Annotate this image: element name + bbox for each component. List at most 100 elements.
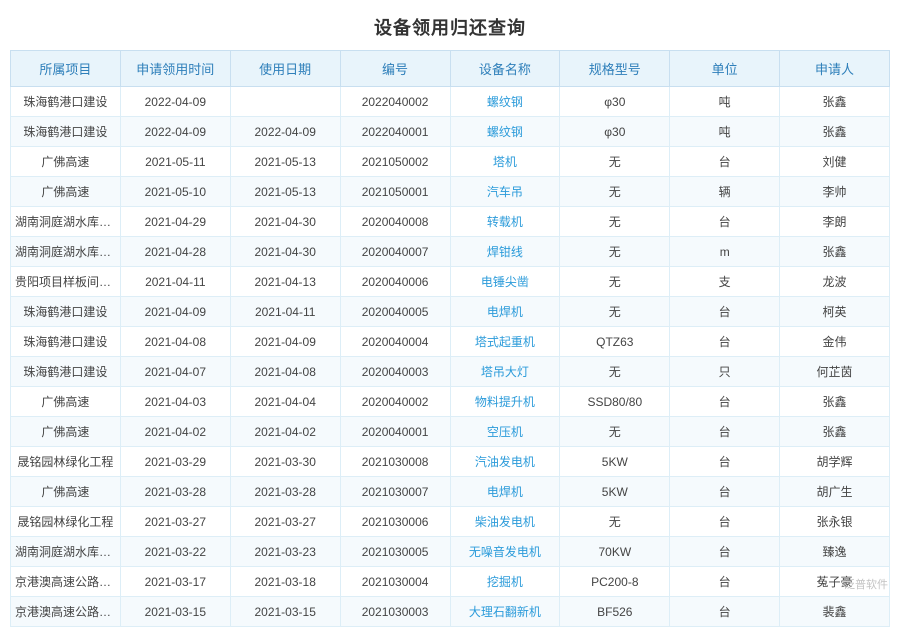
cell-2-2: 2021-05-13 [230, 147, 340, 177]
cell-4-0: 湖南洞庭湖水库引水工程施... [11, 207, 121, 237]
cell-15-7: 臻逸 [780, 537, 890, 567]
cell-0-7: 张鑫 [780, 87, 890, 117]
cell-2-6: 台 [670, 147, 780, 177]
cell-7-0: 珠海鹤港口建设 [11, 297, 121, 327]
cell-1-0: 珠海鹤港口建设 [11, 117, 121, 147]
cell-12-2: 2021-03-30 [230, 447, 340, 477]
cell-10-1: 2021-04-03 [120, 387, 230, 417]
cell-7-3: 2020040005 [340, 297, 450, 327]
cell-6-7: 龙波 [780, 267, 890, 297]
cell-3-5: 无 [560, 177, 670, 207]
cell-4-6: 台 [670, 207, 780, 237]
table-row: 珠海鹤港口建设2021-04-082021-04-092020040004塔式起… [11, 327, 890, 357]
cell-4-5: 无 [560, 207, 670, 237]
cell-link[interactable]: 汽油发电机 [475, 455, 535, 469]
cell-8-7: 金伟 [780, 327, 890, 357]
cell-2-7: 刘健 [780, 147, 890, 177]
cell-link[interactable]: 无噪音发电机 [469, 545, 541, 559]
cell-link[interactable]: 塔吊大灯 [481, 365, 529, 379]
cell-link[interactable]: 塔式起重机 [475, 335, 535, 349]
cell-17-7: 裴鑫 [780, 597, 890, 627]
cell-11-2: 2021-04-02 [230, 417, 340, 447]
cell-link[interactable]: 焊钳线 [487, 245, 523, 259]
cell-13-2: 2021-03-28 [230, 477, 340, 507]
cell-6-2: 2021-04-13 [230, 267, 340, 297]
cell-12-4: 汽油发电机 [450, 447, 560, 477]
cell-link[interactable]: 转载机 [487, 215, 523, 229]
cell-link[interactable]: 物料提升机 [475, 395, 535, 409]
cell-link[interactable]: 电焊机 [487, 305, 523, 319]
table-row: 晟铭园林绿化工程2021-03-272021-03-272021030006柴油… [11, 507, 890, 537]
cell-13-1: 2021-03-28 [120, 477, 230, 507]
cell-0-4: 螺纹钢 [450, 87, 560, 117]
cell-1-3: 2022040001 [340, 117, 450, 147]
table-row: 广佛高速2021-04-022021-04-022020040001空压机无台张… [11, 417, 890, 447]
cell-14-5: 无 [560, 507, 670, 537]
cell-15-3: 2021030005 [340, 537, 450, 567]
cell-17-4: 大理石翻新机 [450, 597, 560, 627]
cell-2-3: 2021050002 [340, 147, 450, 177]
cell-5-5: 无 [560, 237, 670, 267]
cell-link[interactable]: 电锤尖凿 [481, 275, 529, 289]
cell-6-4: 电锤尖凿 [450, 267, 560, 297]
cell-link[interactable]: 螺纹钢 [487, 95, 523, 109]
cell-10-2: 2021-04-04 [230, 387, 340, 417]
cell-10-5: SSD80/80 [560, 387, 670, 417]
cell-6-3: 2020040006 [340, 267, 450, 297]
cell-17-0: 京港澳高速公路粤境韶关至... [11, 597, 121, 627]
cell-1-7: 张鑫 [780, 117, 890, 147]
table-header-row: 所属项目申请领用时间使用日期编号设备名称规格型号单位申请人 [11, 51, 890, 87]
table-row: 珠海鹤港口建设2022-04-092022040002螺纹钢φ30吨张鑫 [11, 87, 890, 117]
cell-link[interactable]: 空压机 [487, 425, 523, 439]
cell-5-2: 2021-04-30 [230, 237, 340, 267]
cell-7-4: 电焊机 [450, 297, 560, 327]
cell-16-6: 台 [670, 567, 780, 597]
col-header-7: 申请人 [780, 51, 890, 87]
table-row: 珠海鹤港口建设2021-04-072021-04-082020040003塔吊大… [11, 357, 890, 387]
cell-0-5: φ30 [560, 87, 670, 117]
table-row: 湖南洞庭湖水库引水工程施...2021-04-282021-04-3020200… [11, 237, 890, 267]
cell-9-6: 只 [670, 357, 780, 387]
cell-7-2: 2021-04-11 [230, 297, 340, 327]
cell-8-3: 2020040004 [340, 327, 450, 357]
cell-14-2: 2021-03-27 [230, 507, 340, 537]
cell-14-1: 2021-03-27 [120, 507, 230, 537]
cell-8-6: 台 [670, 327, 780, 357]
col-header-2: 使用日期 [230, 51, 340, 87]
table-row: 广佛高速2021-05-102021-05-132021050001汽车吊无辆李… [11, 177, 890, 207]
cell-0-1: 2022-04-09 [120, 87, 230, 117]
cell-3-1: 2021-05-10 [120, 177, 230, 207]
cell-11-6: 台 [670, 417, 780, 447]
cell-link[interactable]: 挖掘机 [487, 575, 523, 589]
col-header-5: 规格型号 [560, 51, 670, 87]
cell-17-2: 2021-03-15 [230, 597, 340, 627]
cell-8-1: 2021-04-08 [120, 327, 230, 357]
cell-3-3: 2021050001 [340, 177, 450, 207]
cell-8-4: 塔式起重机 [450, 327, 560, 357]
cell-link[interactable]: 柴油发电机 [475, 515, 535, 529]
col-header-1: 申请领用时间 [120, 51, 230, 87]
cell-6-1: 2021-04-11 [120, 267, 230, 297]
table-row: 晟铭园林绿化工程2021-03-292021-03-302021030008汽油… [11, 447, 890, 477]
cell-6-0: 贵阳项目样板间、大堂、电... [11, 267, 121, 297]
cell-link[interactable]: 塔机 [493, 155, 517, 169]
cell-7-5: 无 [560, 297, 670, 327]
cell-5-6: m [670, 237, 780, 267]
cell-5-4: 焊钳线 [450, 237, 560, 267]
table-row: 京港澳高速公路粤境韶关至...2021-03-152021-03-1520210… [11, 597, 890, 627]
cell-13-6: 台 [670, 477, 780, 507]
cell-link[interactable]: 电焊机 [487, 485, 523, 499]
cell-10-6: 台 [670, 387, 780, 417]
cell-3-2: 2021-05-13 [230, 177, 340, 207]
cell-10-4: 物料提升机 [450, 387, 560, 417]
cell-5-3: 2020040007 [340, 237, 450, 267]
cell-12-7: 胡学辉 [780, 447, 890, 477]
cell-1-4: 螺纹钢 [450, 117, 560, 147]
cell-4-4: 转载机 [450, 207, 560, 237]
cell-link[interactable]: 大理石翻新机 [469, 605, 541, 619]
cell-0-3: 2022040002 [340, 87, 450, 117]
table-wrapper: 所属项目申请领用时间使用日期编号设备名称规格型号单位申请人 珠海鹤港口建设202… [0, 50, 900, 637]
cell-2-0: 广佛高速 [11, 147, 121, 177]
cell-link[interactable]: 螺纹钢 [487, 125, 523, 139]
cell-link[interactable]: 汽车吊 [487, 185, 523, 199]
